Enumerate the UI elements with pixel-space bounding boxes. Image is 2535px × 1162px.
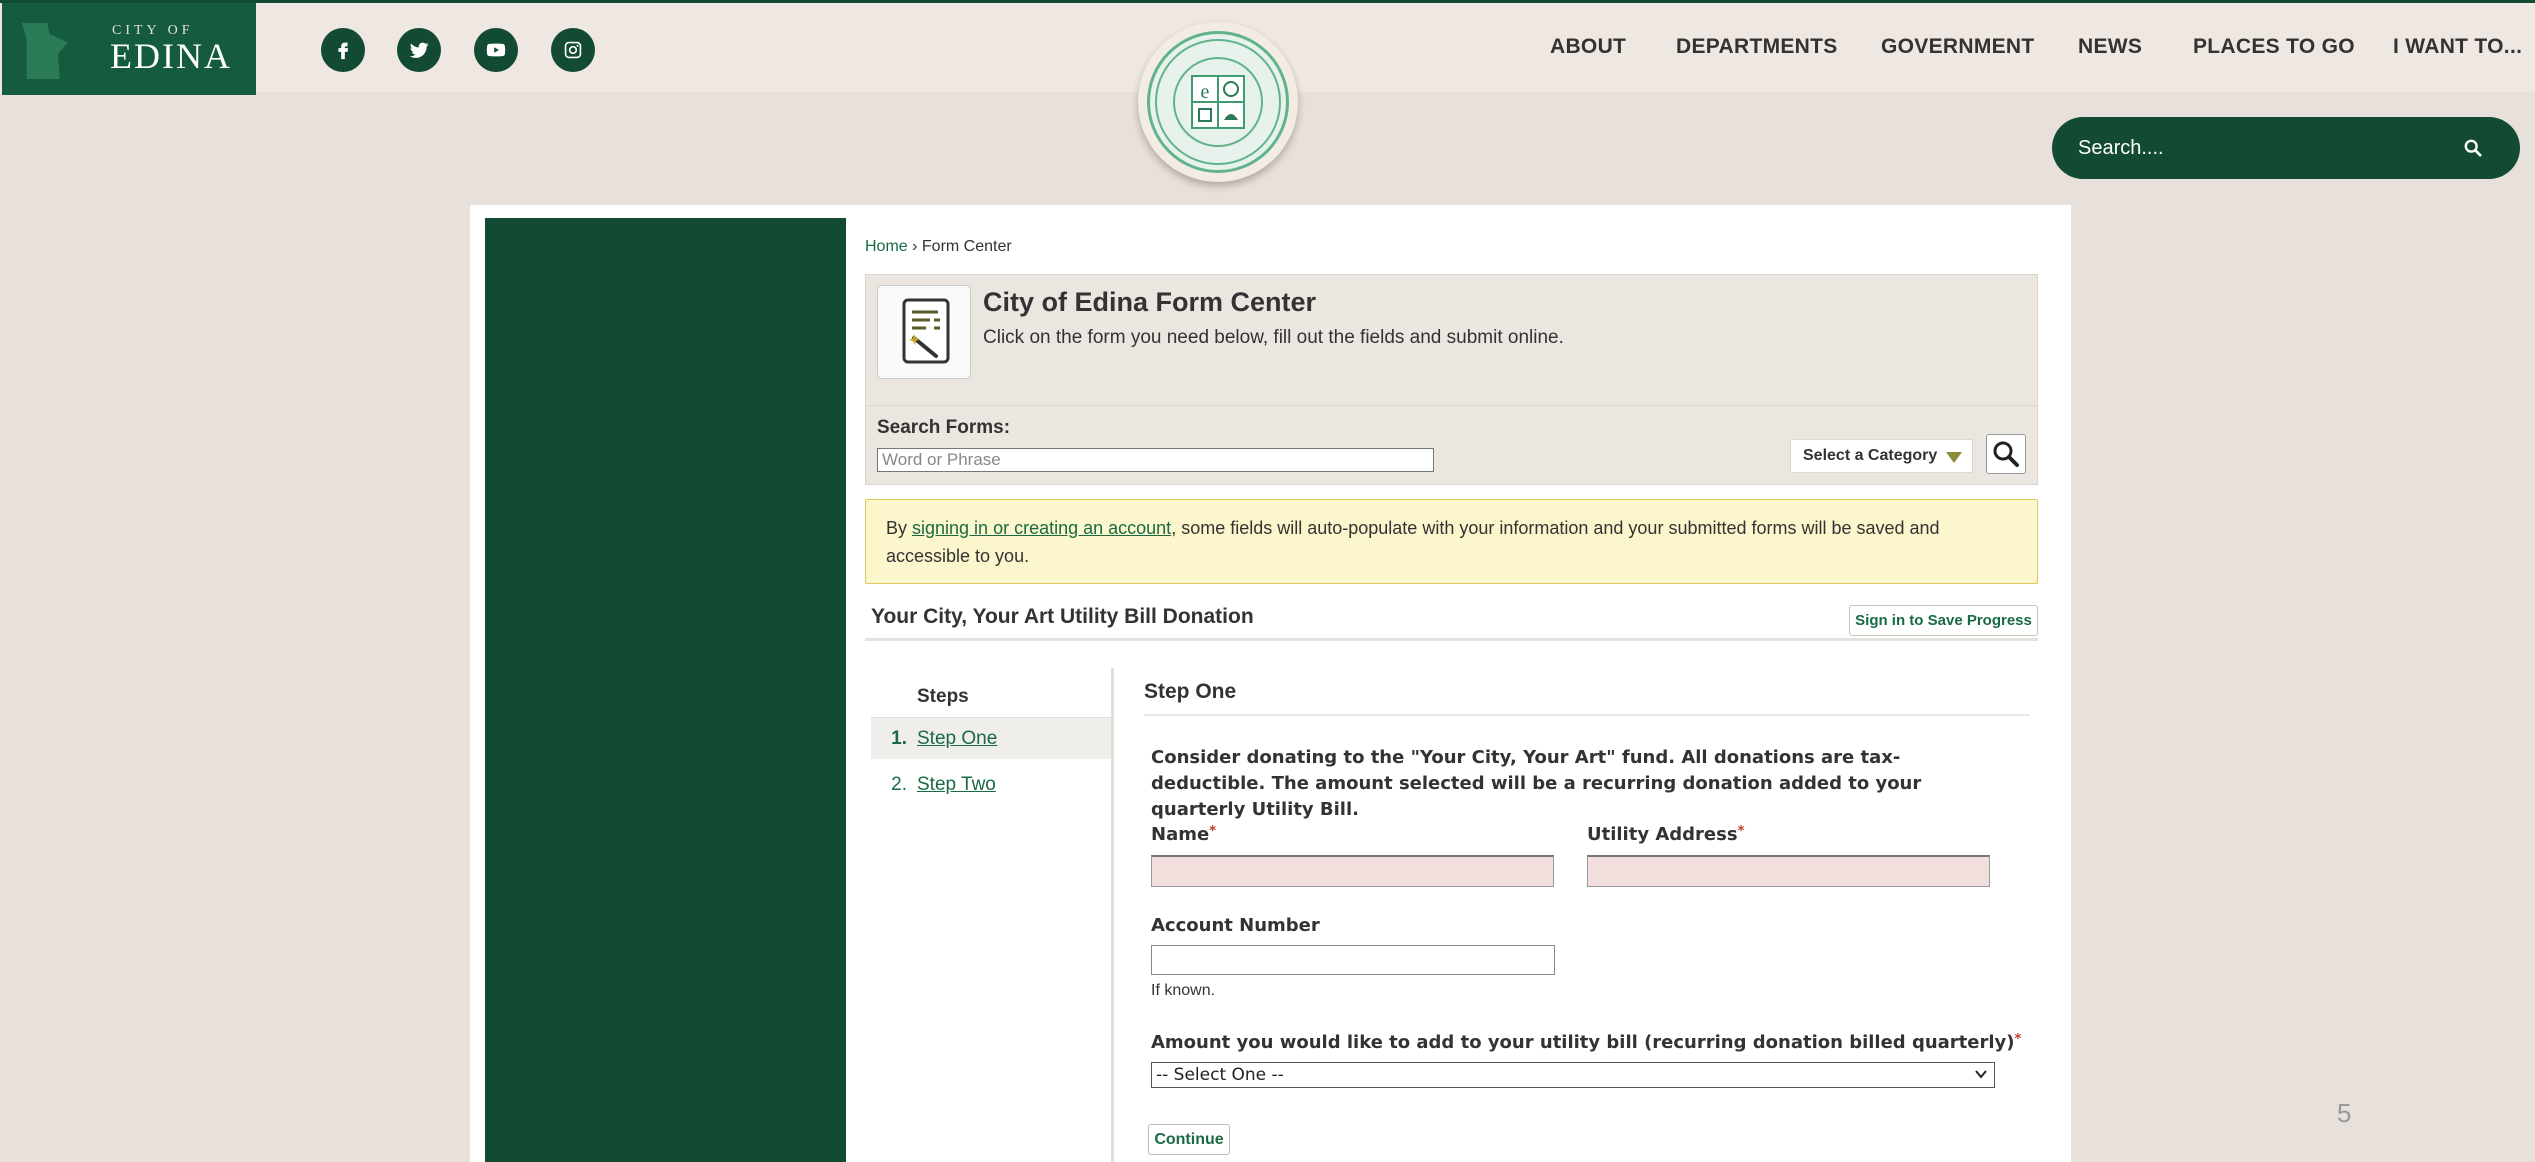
minnesota-shape-icon — [22, 23, 68, 79]
step-item-two[interactable]: 2. Step Two — [871, 764, 1111, 806]
utility-address-label: Utility Address* — [1587, 824, 1744, 845]
search-forms-button[interactable] — [1986, 434, 2026, 474]
form-title: Your City, Your Art Utility Bill Donatio… — [871, 605, 1254, 628]
nav-news[interactable]: NEWS — [2078, 35, 2142, 59]
steps-divider — [1111, 668, 1114, 1162]
sign-in-link[interactable]: signing in or creating an account — [912, 518, 1171, 538]
youtube-icon[interactable] — [474, 28, 518, 72]
seal-emblem-icon: e — [1147, 31, 1289, 173]
account-hint: If known. — [1151, 982, 1216, 999]
step-title: Step One — [1144, 680, 1237, 703]
form-center-title: City of Edina Form Center — [983, 287, 1317, 317]
site-search — [2052, 117, 2520, 179]
facebook-icon[interactable] — [321, 28, 365, 72]
instagram-icon[interactable] — [551, 28, 595, 72]
required-mark: * — [2014, 1032, 2022, 1047]
step-one-link[interactable]: Step One — [917, 728, 997, 750]
left-sidebar — [485, 218, 846, 1162]
name-label: Name* — [1151, 824, 1216, 845]
form-center-header: City of Edina Form Center Click on the f… — [865, 274, 2038, 485]
svg-text:e: e — [1201, 81, 1210, 103]
form-wand-icon — [877, 285, 971, 379]
nav-places-to-go[interactable]: PLACES TO GO — [2193, 35, 2355, 59]
required-mark: * — [1209, 824, 1216, 839]
step-number: 1. — [891, 727, 907, 749]
amount-label: Amount you would like to add to your uti… — [1151, 1032, 2021, 1053]
step-two-link[interactable]: Step Two — [917, 774, 996, 796]
site-search-input[interactable] — [2078, 132, 2458, 164]
name-input[interactable] — [1151, 855, 1554, 887]
amount-label-text: Amount you would like to add to your uti… — [1151, 1032, 2015, 1053]
header-divider — [866, 405, 2037, 406]
search-forms-label: Search Forms: — [877, 417, 1011, 438]
breadcrumb: Home › Form Center — [865, 238, 1012, 256]
city-seal[interactable]: e — [1138, 22, 1298, 182]
name-label-text: Name — [1151, 824, 1210, 845]
form-title-divider — [865, 638, 2038, 641]
account-number-input[interactable] — [1151, 945, 1555, 975]
category-dropdown-label: Select a Category — [1803, 447, 1938, 464]
twitter-icon[interactable] — [397, 28, 441, 72]
nav-government[interactable]: GOVERNMENT — [1881, 35, 2035, 59]
slide-number: 5 — [2337, 1098, 2352, 1128]
breadcrumb-separator: › — [907, 238, 922, 255]
magnifier-icon — [1993, 441, 2019, 467]
step-number: 2. — [891, 774, 907, 795]
logo-edina: EDINA — [110, 36, 232, 76]
search-icon[interactable] — [2464, 139, 2482, 157]
notice-prefix: By — [886, 518, 913, 538]
amount-selected-value: -- Select One -- — [1156, 1065, 1284, 1085]
donation-intro: Consider donating to the "Your City, You… — [1151, 747, 1922, 820]
utility-address-input[interactable] — [1587, 855, 1990, 887]
step-item-one[interactable]: 1. Step One — [871, 717, 1111, 759]
save-progress-button[interactable]: Sign in to Save Progress — [1849, 605, 2038, 636]
breadcrumb-home[interactable]: Home — [865, 238, 908, 255]
category-dropdown[interactable]: Select a Category — [1790, 439, 1973, 473]
breadcrumb-current: Form Center — [921, 238, 1012, 255]
nav-departments[interactable]: DEPARTMENTS — [1676, 35, 1838, 59]
sign-in-notice: By signing in or creating an account, so… — [865, 499, 2038, 584]
chevron-down-icon — [1975, 1070, 1987, 1079]
form-center-subtitle: Click on the form you need below, fill o… — [983, 327, 1564, 348]
dropdown-triangle-icon — [1946, 452, 1962, 463]
steps-heading: Steps — [917, 686, 969, 707]
city-logo[interactable]: CITY OF EDINA — [2, 3, 256, 95]
step-title-divider — [1144, 714, 2030, 716]
required-mark: * — [1737, 824, 1745, 839]
account-number-label: Account Number — [1151, 915, 1320, 936]
amount-select[interactable]: -- Select One -- — [1151, 1062, 1995, 1088]
continue-button[interactable]: Continue — [1148, 1124, 1230, 1155]
nav-about[interactable]: ABOUT — [1550, 35, 1626, 59]
search-forms-input[interactable] — [877, 448, 1434, 472]
address-label-text: Utility Address — [1587, 824, 1738, 845]
nav-i-want-to[interactable]: I WANT TO... — [2393, 35, 2522, 59]
